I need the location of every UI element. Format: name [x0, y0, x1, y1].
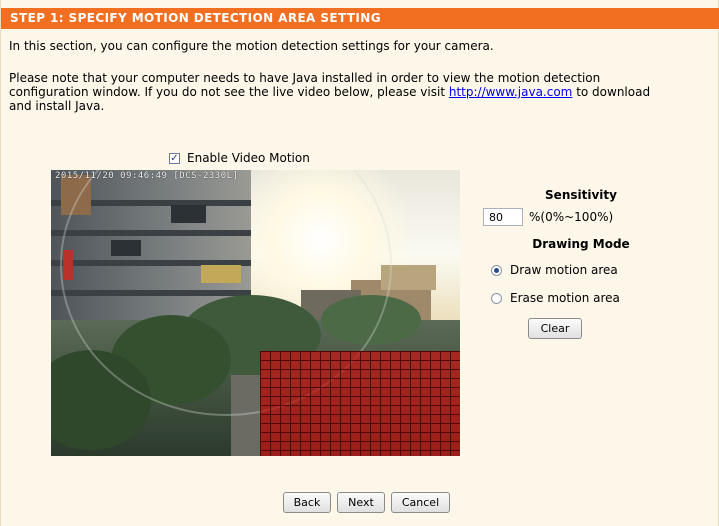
draw-motion-area-radio[interactable]	[491, 264, 502, 276]
erase-motion-area-label: Erase motion area	[510, 291, 620, 305]
video-timestamp-overlay: 2015/11/20 09:46:49 [DCS-2330L]	[55, 171, 239, 181]
java-note-line-2: configuration window. If you do not see …	[9, 85, 709, 99]
erase-motion-area-radio[interactable]	[491, 292, 502, 304]
java-note-text: configuration window. If you do not see …	[9, 85, 449, 99]
back-button[interactable]: Back	[283, 492, 331, 513]
next-button[interactable]: Next	[337, 492, 385, 513]
enable-video-motion-label: Enable Video Motion	[187, 151, 310, 165]
draw-motion-area-option[interactable]: Draw motion area	[491, 263, 618, 277]
java-note-line-1: Please note that your computer needs to …	[9, 71, 601, 85]
wizard-buttons: Back Next Cancel	[283, 492, 450, 513]
intro-text: In this section, you can configure the m…	[9, 39, 494, 53]
java-note-text-after: to download	[572, 85, 651, 99]
java-link[interactable]: http://www.java.com	[449, 85, 573, 99]
live-video-view[interactable]: 2015/11/20 09:46:49 [DCS-2330L]	[51, 170, 460, 456]
sensitivity-title: Sensitivity	[545, 188, 617, 202]
settings-panel: STEP 1: SPECIFY MOTION DETECTION AREA SE…	[0, 0, 719, 526]
drawing-mode-title: Drawing Mode	[532, 237, 630, 251]
java-note: Please note that your computer needs to …	[9, 71, 709, 113]
erase-motion-area-option[interactable]: Erase motion area	[491, 291, 620, 305]
cancel-button[interactable]: Cancel	[391, 492, 450, 513]
motion-detection-area[interactable]	[260, 351, 460, 456]
enable-video-motion-row: ✓ Enable Video Motion	[169, 151, 310, 165]
draw-motion-area-label: Draw motion area	[510, 263, 618, 277]
clear-button[interactable]: Clear	[528, 318, 582, 339]
sensitivity-row: %(0%~100%)	[483, 208, 613, 226]
sensitivity-input[interactable]	[483, 208, 523, 226]
section-header: STEP 1: SPECIFY MOTION DETECTION AREA SE…	[1, 8, 719, 29]
java-note-line-3: and install Java.	[9, 99, 105, 113]
sensitivity-range-label: %(0%~100%)	[529, 210, 614, 224]
enable-video-motion-checkbox[interactable]: ✓	[169, 152, 180, 164]
radio-selected-dot	[494, 267, 499, 273]
